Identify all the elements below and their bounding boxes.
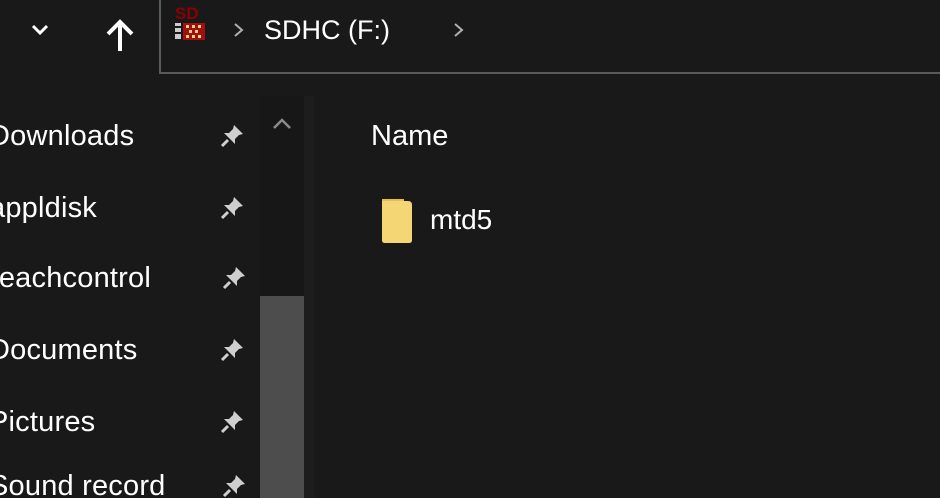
nav-item-downloads[interactable]: Downloads bbox=[0, 108, 260, 168]
file-name: mtd5 bbox=[430, 204, 493, 235]
arrow-up-icon bbox=[106, 19, 134, 51]
folder-icon bbox=[382, 199, 412, 243]
pin-icon[interactable] bbox=[222, 472, 248, 498]
pin-icon[interactable] bbox=[220, 408, 246, 434]
navigation-pane: Downloads appldisk reachcontrol Document… bbox=[0, 96, 260, 498]
file-list-pane: Name mtd5 bbox=[314, 96, 940, 498]
nav-item-label: Documents bbox=[0, 334, 138, 366]
scrollbar-thumb[interactable] bbox=[260, 296, 304, 498]
nav-item-reachcontrol[interactable]: reachcontrol bbox=[0, 250, 260, 310]
pin-icon[interactable] bbox=[220, 336, 246, 362]
file-explorer-window: SD SDHC (F:) Downloads ppldisk reachcont… bbox=[0, 0, 940, 498]
sd-card-drive-icon: SD bbox=[173, 4, 207, 42]
pin-icon[interactable] bbox=[222, 264, 248, 290]
nav-item-pictures[interactable]: Pictures bbox=[0, 394, 260, 454]
chevron-right-icon[interactable] bbox=[452, 22, 466, 38]
recent-locations-button[interactable] bbox=[28, 16, 52, 44]
address-bar[interactable]: SD SDHC (F:) bbox=[159, 0, 940, 74]
navigation-toolbar: SD SDHC (F:) bbox=[0, 0, 940, 96]
nav-item-label: Pictures bbox=[0, 406, 96, 438]
nav-item-label: Downloads bbox=[0, 120, 135, 152]
pin-icon[interactable] bbox=[220, 194, 246, 220]
pin-icon[interactable] bbox=[220, 122, 246, 148]
up-one-level-button[interactable] bbox=[100, 16, 140, 56]
chevron-right-icon[interactable] bbox=[232, 22, 246, 38]
chevron-up-icon[interactable] bbox=[268, 114, 296, 134]
svg-text:SD: SD bbox=[175, 4, 199, 23]
column-header-name[interactable]: Name bbox=[371, 116, 448, 156]
nav-item-appldisk[interactable]: appldisk bbox=[0, 180, 260, 240]
navigation-pane-scrollbar[interactable] bbox=[260, 96, 304, 498]
pane-divider[interactable] bbox=[304, 96, 314, 498]
nav-item-sound-record[interactable]: Sound record bbox=[0, 458, 260, 498]
nav-item-label: reachcontrol bbox=[0, 262, 151, 294]
chevron-down-icon bbox=[31, 24, 49, 36]
file-row-mtd5[interactable]: mtd5 bbox=[372, 196, 672, 250]
nav-item-label: Sound record bbox=[0, 470, 166, 498]
nav-item-documents[interactable]: Documents bbox=[0, 322, 260, 382]
nav-item-label: appldisk bbox=[0, 192, 97, 224]
breadcrumb-sdhc-drive[interactable]: SDHC (F:) bbox=[264, 14, 390, 46]
